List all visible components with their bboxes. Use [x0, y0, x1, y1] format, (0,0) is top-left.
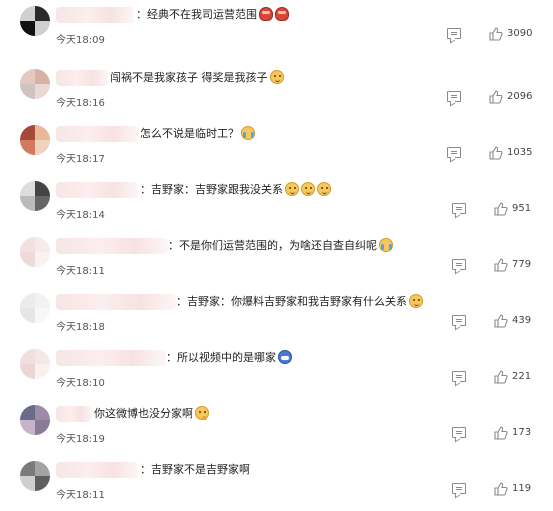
thumbs-up-icon	[494, 426, 508, 440]
crying-emoji-icon	[241, 126, 255, 140]
thumbs-up-icon	[494, 202, 508, 216]
hot-pot-emoji-icon	[275, 7, 289, 21]
comment-text: 怎么不说是临时工？	[140, 126, 255, 142]
blurred-username	[56, 294, 176, 310]
comment-timestamp: 今天18:10	[56, 378, 105, 389]
comment-item: ：经典不在我司运营范围 今天18:09 3090	[0, 0, 553, 56]
avatar[interactable]	[20, 125, 50, 155]
hot-pot-emoji-icon	[259, 7, 273, 21]
blue-emoji-icon	[278, 350, 292, 364]
thumbs-up-icon	[494, 314, 508, 328]
comment-timestamp: 今天18:11	[56, 266, 105, 277]
reply-icon[interactable]	[452, 315, 466, 326]
blurred-username	[56, 7, 134, 23]
cat-emoji-icon	[317, 182, 331, 196]
blurred-username	[56, 182, 138, 198]
avatar[interactable]	[20, 405, 50, 435]
like-count: 439	[512, 315, 532, 326]
like-count: 779	[512, 259, 532, 270]
comment-list: ：经典不在我司运营范围 今天18:09 3090 闯祸不是我家孩子 得奖是我孩子…	[0, 0, 553, 509]
like-count: 173	[512, 427, 532, 438]
avatar[interactable]	[20, 237, 50, 267]
comment-item: ：吉野家：你爆料吉野家和我吉野家有什么关系 今天18:18 439	[0, 287, 553, 343]
avatar[interactable]	[20, 181, 50, 211]
reply-icon[interactable]	[452, 259, 466, 270]
reply-icon[interactable]	[452, 427, 466, 438]
reply-icon[interactable]	[447, 91, 461, 102]
avatar[interactable]	[20, 69, 50, 99]
reply-icon[interactable]	[452, 483, 466, 494]
blurred-username	[56, 350, 166, 366]
like-count: 2096	[507, 91, 533, 102]
like-count: 951	[512, 203, 532, 214]
crying-emoji-icon	[379, 238, 393, 252]
comment-item: 闯祸不是我家孩子 得奖是我孩子 今天18:16 2096	[0, 63, 553, 119]
avatar[interactable]	[20, 293, 50, 323]
avatar[interactable]	[20, 349, 50, 379]
blurred-username	[56, 406, 92, 422]
comment-text: ：所以视频中的是哪家	[166, 350, 292, 366]
blurred-username	[56, 70, 108, 86]
comment-text: ：吉野家：你爆料吉野家和我吉野家有什么关系	[176, 294, 423, 310]
reply-icon[interactable]	[447, 28, 461, 39]
avatar[interactable]	[20, 6, 50, 36]
comment-text: ：吉野家不是吉野家啊	[140, 463, 250, 476]
like-count: 3090	[507, 28, 533, 39]
comment-item: 你这微博也没分家啊 今天18:19 173	[0, 399, 553, 455]
cat-emoji-icon	[269, 70, 284, 84]
comment-timestamp: 今天18:17	[56, 154, 105, 165]
comment-timestamp: 今天18:14	[56, 210, 105, 221]
reply-icon[interactable]	[452, 371, 466, 382]
cat-emoji-icon	[301, 182, 315, 196]
like-count: 221	[512, 371, 532, 382]
blurred-username	[56, 126, 138, 142]
comment-text: ：经典不在我司运营范围	[136, 7, 289, 23]
thumbs-up-icon	[489, 146, 503, 160]
comment-text: ：不是你们运营范围的，为啥还自查自纠呢	[168, 238, 393, 254]
comment-item: ：吉野家不是吉野家啊 今天18:11 119	[0, 455, 553, 511]
comment-timestamp: 今天18:18	[56, 322, 105, 333]
comment-timestamp: 今天18:09	[56, 35, 105, 46]
comment-text: ：吉野家：吉野家跟我没关系	[140, 182, 331, 198]
thinking-emoji-icon	[195, 406, 209, 420]
reply-icon[interactable]	[452, 203, 466, 214]
comment-timestamp: 今天18:16	[56, 98, 105, 109]
thumbs-up-icon	[494, 482, 508, 496]
comment-timestamp: 今天18:19	[56, 434, 105, 445]
avatar[interactable]	[20, 461, 50, 491]
comment-timestamp: 今天18:11	[56, 490, 105, 501]
cat-emoji-icon	[409, 294, 423, 308]
cat-emoji-icon	[285, 182, 299, 196]
comment-item: ：所以视频中的是哪家 今天18:10 221	[0, 343, 553, 399]
thumbs-up-icon	[489, 90, 503, 104]
thumbs-up-icon	[494, 258, 508, 272]
comment-item: ：不是你们运营范围的，为啥还自查自纠呢 今天18:11 779	[0, 231, 553, 287]
comment-item: ：吉野家：吉野家跟我没关系 今天18:14 951	[0, 175, 553, 231]
thumbs-up-icon	[494, 370, 508, 384]
blurred-username	[56, 462, 138, 478]
comment-item: 怎么不说是临时工？ 今天18:17 1035	[0, 119, 553, 175]
comment-text: 你这微博也没分家啊	[94, 406, 209, 422]
thumbs-up-icon	[489, 27, 503, 41]
reply-icon[interactable]	[447, 147, 461, 158]
blurred-username	[56, 238, 168, 254]
like-count: 119	[512, 483, 532, 494]
like-count: 1035	[507, 147, 533, 158]
comment-text: 闯祸不是我家孩子 得奖是我孩子	[110, 70, 284, 86]
